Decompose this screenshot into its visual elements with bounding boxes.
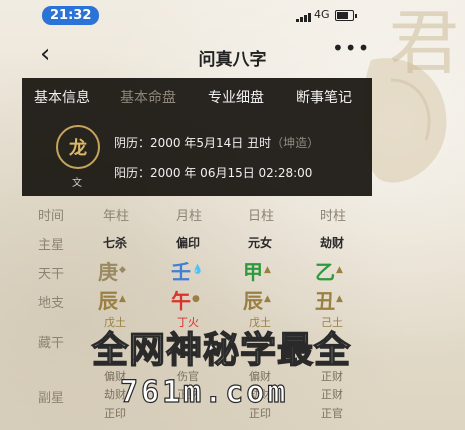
main-star-year: 七杀 <box>103 236 128 250</box>
status-bar: 21:32 4G <box>0 0 465 30</box>
row-label-main-star: 主星 <box>38 238 65 253</box>
avatar-sub-label: 文 <box>72 178 82 189</box>
avatar[interactable]: 龙 <box>56 125 100 169</box>
lunar-label: 阴历： <box>114 136 151 150</box>
row-label-sub-star: 副星 <box>38 391 65 406</box>
stem-year: 庚 ◆ <box>98 260 126 284</box>
col-header-year: 年柱 <box>103 209 130 224</box>
nav-bar: ‹ 问真八字 ••• <box>0 30 465 78</box>
branch-day: 辰 ▲ <box>243 289 271 313</box>
watermark-text: 全网神秘学最全 <box>91 329 352 371</box>
signal-icon <box>296 12 312 22</box>
more-dots-icon[interactable]: ••• <box>332 36 370 60</box>
tab-basic-chart[interactable]: 基本命盘 <box>120 87 176 107</box>
avatar-glyph: 龙 <box>69 138 87 159</box>
sub-star-hour-2: 正财 <box>321 388 343 401</box>
row-label-earthly-branch: 地支 <box>38 296 65 311</box>
solar-value: 2000 年 06月15日 02:28:00 <box>150 166 313 180</box>
stem-month: 壬 💧 <box>171 260 204 284</box>
lunar-date: 阴历：2000 年5月14日 丑时（坤造） <box>114 134 319 151</box>
stem-day: 甲 ▲ <box>243 260 271 284</box>
sub-star-hour-3: 正官 <box>321 407 343 420</box>
chart-panel: 基本信息 基本命盘 专业细盘 断事笔记 龙 文 阴历：2000 年5月14日 丑… <box>22 78 372 196</box>
branch-hour: 丑 ▲ <box>315 289 343 313</box>
lunar-value: 2000 年5月14日 丑时 <box>150 136 272 150</box>
tab-bar: 基本信息 基本命盘 专业细盘 断事笔记 <box>22 78 372 114</box>
col-header-month: 月柱 <box>176 209 203 224</box>
tab-basic-info[interactable]: 基本信息 <box>34 87 90 107</box>
network-label: 4G <box>314 8 330 21</box>
battery-icon <box>335 10 357 21</box>
branch-year: 辰 ▲ <box>98 289 126 313</box>
col-header-hour: 时柱 <box>320 209 347 224</box>
stem-hour: 乙 ▲ <box>315 260 343 284</box>
row-label-hidden-stem: 藏干 <box>38 336 65 351</box>
row-label-heavenly-stem: 天干 <box>38 267 65 282</box>
gender-label: （坤造） <box>271 136 320 150</box>
solar-date: 阳历：2000 年 06月15日 02:28:00 <box>114 164 312 181</box>
watermark-url: 761m.com <box>119 374 289 410</box>
branch-month: 午 ● <box>171 289 200 313</box>
main-star-day: 元女 <box>248 236 273 250</box>
main-star-hour: 劫财 <box>320 236 345 250</box>
main-star-month: 偏印 <box>176 236 201 250</box>
row-label-time: 时间 <box>38 209 65 224</box>
tab-notes[interactable]: 断事笔记 <box>296 87 352 107</box>
tab-detailed-chart[interactable]: 专业细盘 <box>208 87 264 107</box>
solar-label: 阳历： <box>114 166 151 180</box>
col-header-day: 日柱 <box>248 209 275 224</box>
page-title: 问真八字 <box>198 50 267 70</box>
status-time: 21:32 <box>42 6 100 25</box>
